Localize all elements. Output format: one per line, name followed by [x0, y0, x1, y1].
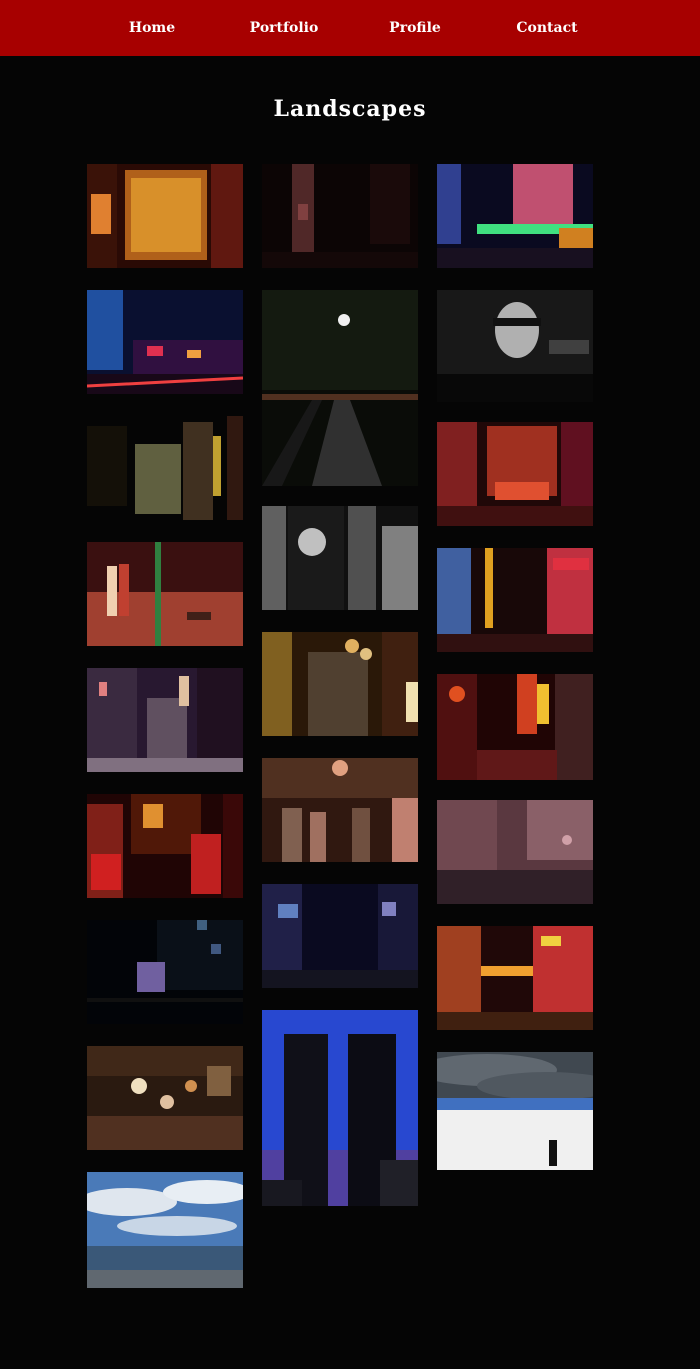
photo-crosswalk-people[interactable] — [87, 542, 243, 646]
photo-red-lanterns-alley[interactable] — [437, 674, 593, 780]
photo-city-street-night[interactable] — [87, 290, 243, 394]
page-title: Landscapes — [273, 96, 427, 122]
photo-neon-signs-street[interactable] — [437, 548, 593, 652]
photo-stormy-plaza-figure[interactable] — [437, 1052, 593, 1170]
photo-blue-alley-night[interactable] — [262, 884, 418, 988]
photo-neon-intersection[interactable] — [437, 422, 593, 526]
top-navigation: Home Portfolio Profile Contact — [0, 0, 700, 56]
photo-tower-bridge-green[interactable] — [437, 164, 593, 268]
photo-joker-graffiti-bw[interactable] — [262, 506, 418, 610]
photo-night-path-trees[interactable] — [262, 290, 418, 486]
photo-dark-building-lights[interactable] — [87, 920, 243, 1024]
photo-kabukicho-gate[interactable] — [437, 926, 593, 1030]
photo-bar-doorway-stickers[interactable] — [87, 164, 243, 268]
photo-alley-lanterns-purple[interactable] — [87, 668, 243, 772]
photo-pink-street-faded[interactable] — [437, 800, 593, 904]
nav-portfolio-link[interactable]: Portfolio — [250, 0, 319, 56]
photo-dark-alley-graffiti[interactable] — [87, 416, 243, 520]
photo-bar-storefront-red[interactable] — [87, 794, 243, 898]
photo-crowded-alley-sepia[interactable] — [262, 758, 418, 862]
nav-contact-link[interactable]: Contact — [516, 0, 577, 56]
photo-towers-blue-sky[interactable] — [262, 1010, 418, 1206]
photo-sea-clouds[interactable] — [87, 1172, 243, 1288]
photo-narrow-alley-lanterns[interactable] — [262, 632, 418, 736]
nav-profile-link[interactable]: Profile — [389, 0, 441, 56]
photo-billboard-woman[interactable] — [437, 290, 593, 402]
nav-home-link[interactable]: Home — [129, 0, 175, 56]
photo-izakaya-signs[interactable] — [87, 1046, 243, 1150]
photo-dark-pole-street[interactable] — [262, 164, 418, 268]
